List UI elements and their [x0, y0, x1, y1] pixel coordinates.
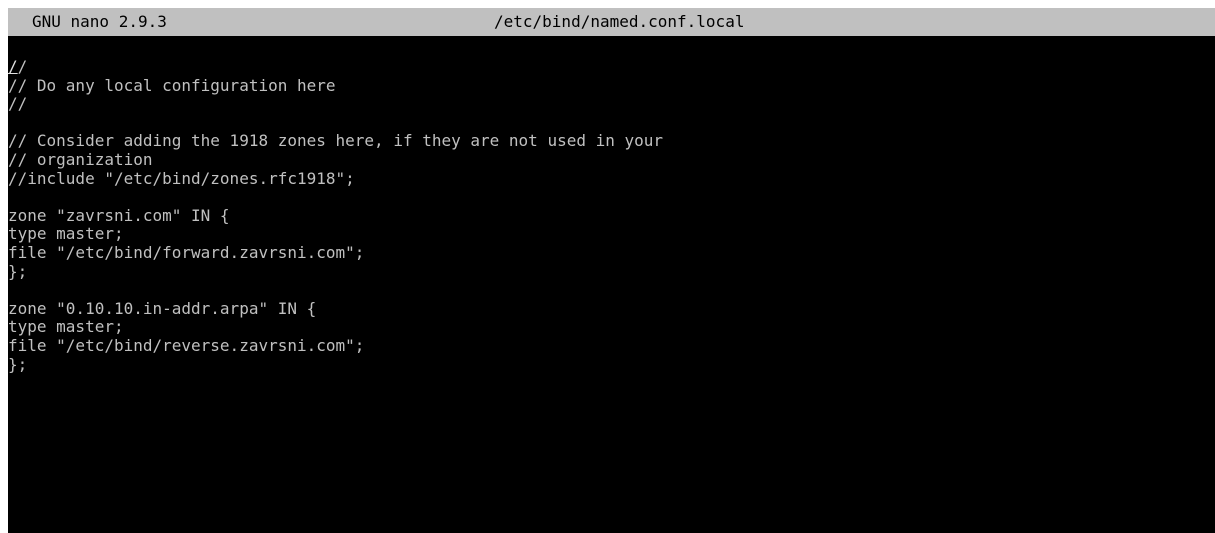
terminal-window[interactable]: GNU nano 2.9.3 /etc/bind/named.conf.loca…	[8, 8, 1215, 533]
text-line	[8, 114, 1215, 133]
editor-text-area[interactable]: // // Do any local configuration here //…	[8, 57, 1215, 374]
text-line: //include "/etc/bind/zones.rfc1918";	[8, 168, 355, 188]
nano-title-bar: GNU nano 2.9.3 /etc/bind/named.conf.loca…	[8, 8, 1215, 36]
editor-version: GNU nano 2.9.3	[32, 12, 167, 31]
text-line: type master;	[8, 224, 124, 244]
text-line: };	[8, 261, 28, 281]
text-line	[8, 281, 1215, 300]
text-line: };	[8, 354, 28, 374]
text-line: zone "0.10.10.in-addr.arpa" IN {	[8, 298, 317, 318]
text-line-rest: /	[17, 57, 28, 76]
text-line: // Do any local configuration here	[8, 75, 336, 95]
text-line: type master;	[8, 317, 124, 337]
text-cursor: /	[8, 57, 18, 76]
text-line	[8, 188, 1215, 207]
text-line: // organization	[8, 149, 153, 169]
text-line: file "/etc/bind/forward.zavrsni.com";	[8, 242, 365, 262]
text-line: zone "zavrsni.com" IN {	[8, 205, 230, 225]
text-line: // Consider adding the 1918 zones here, …	[8, 131, 664, 151]
text-line: //	[8, 94, 28, 114]
file-name: /etc/bind/named.conf.local	[494, 12, 745, 31]
text-line: file "/etc/bind/reverse.zavrsni.com";	[8, 335, 365, 355]
text-line: //	[8, 57, 1215, 77]
